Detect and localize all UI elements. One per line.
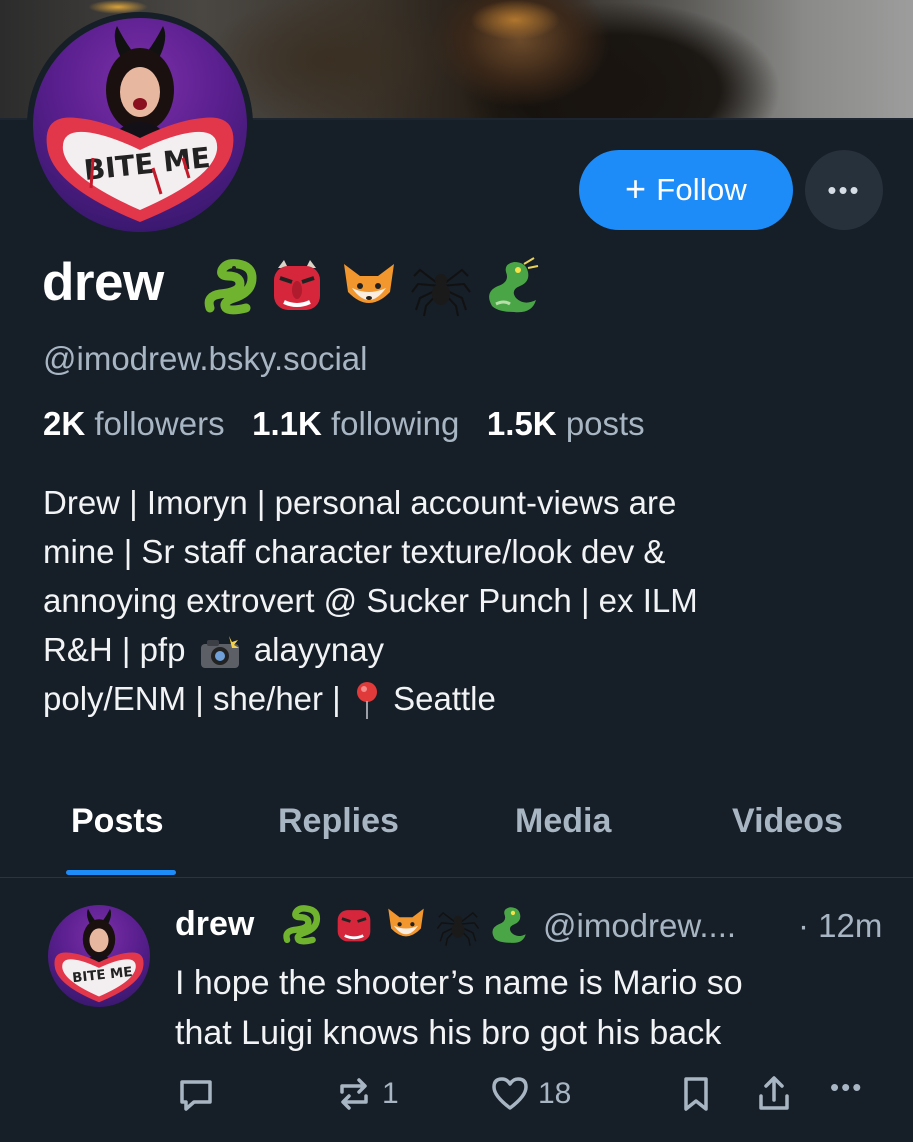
post-author-name[interactable]: drew <box>175 905 254 944</box>
banner-highlight <box>470 0 560 40</box>
followers-link[interactable]: 2K followers <box>43 405 225 442</box>
spider-icon <box>411 268 471 317</box>
follow-button[interactable]: + Follow <box>579 150 793 230</box>
avatar-illustration: BITE ME <box>54 908 144 1003</box>
profile-stats: 2K followers 1.1K following 1.5K posts <box>43 405 645 443</box>
snake-icon <box>283 905 321 945</box>
goblin-mask-icon <box>274 260 320 310</box>
plus-icon: + <box>624 167 647 209</box>
profile-page: BITE ME + Follow ••• drew @imodrew.bsky.… <box>0 0 913 1142</box>
following-count: 1.1K <box>252 405 322 442</box>
post-author-handle[interactable]: @imodrew.... <box>543 907 736 945</box>
profile-handle: @imodrew.bsky.social <box>43 340 368 377</box>
reply-button[interactable] <box>176 1074 216 1114</box>
spider-icon <box>436 911 480 946</box>
display-name: drew <box>42 253 164 312</box>
post-timestamp[interactable]: · 12m <box>798 907 882 945</box>
profile-avatar[interactable]: BITE ME <box>27 12 253 238</box>
tab-replies[interactable]: Replies <box>278 802 399 841</box>
profile-tabs: Posts Replies Media Videos <box>0 790 913 878</box>
bio-text: poly/ENM | she/her | <box>43 680 341 717</box>
posts-count: 1.5K <box>486 405 557 442</box>
more-icon: ••• <box>827 174 861 205</box>
more-icon: ••• <box>830 1072 864 1102</box>
post-author-avatar[interactable]: BITE ME <box>48 905 150 1007</box>
following-label: following <box>330 405 460 442</box>
tabs-divider <box>0 877 913 878</box>
bio-line: mine | Sr staff character texture/look d… <box>43 533 666 570</box>
followers-count: 2K <box>43 405 86 442</box>
post-body[interactable]: I hope the shooter’s name is Mario so th… <box>175 958 895 1058</box>
followers-label: followers <box>94 405 225 442</box>
like-button[interactable]: 18 <box>490 1074 571 1114</box>
bio-text: Seattle <box>393 680 496 717</box>
bio-line: R&H | pfp alayynay <box>43 625 893 674</box>
share-button[interactable] <box>754 1074 794 1114</box>
tab-posts[interactable]: Posts <box>71 802 164 841</box>
profile-bio: Drew | Imoryn | personal account-views a… <box>43 478 893 723</box>
like-count: 18 <box>538 1077 572 1110</box>
pushpin-icon <box>356 682 377 720</box>
post-text-line: I hope the shooter’s name is Mario so <box>175 964 743 1002</box>
share-icon <box>759 1076 789 1110</box>
tab-media[interactable]: Media <box>515 802 611 841</box>
posts-label: posts <box>565 405 645 442</box>
bookmark-button[interactable] <box>676 1074 716 1114</box>
heart-icon <box>492 1077 528 1110</box>
goblin-mask-icon <box>337 910 371 942</box>
repost-count: 1 <box>382 1077 399 1110</box>
avatar-illustration: BITE ME <box>46 26 234 222</box>
posts-stat: 1.5K posts <box>487 405 645 442</box>
dragon-icon <box>492 907 526 943</box>
bio-line: Drew | Imoryn | personal account-views a… <box>43 484 677 521</box>
fox-icon <box>388 908 424 937</box>
repost-button[interactable]: 1 <box>334 1074 399 1114</box>
avatar-image: BITE ME <box>33 18 247 232</box>
camera-flash-icon <box>200 636 239 669</box>
bio-text: R&H | pfp <box>43 631 186 668</box>
post-actions: 1 18 ••• <box>0 1070 913 1120</box>
fox-icon <box>344 264 394 303</box>
following-link[interactable]: 1.1K following <box>252 405 459 442</box>
profile-more-button[interactable]: ••• <box>805 150 883 230</box>
bio-text: alayynay <box>253 631 385 668</box>
dragon-icon <box>489 257 539 313</box>
follow-button-label: Follow <box>656 172 747 207</box>
bio-line: annoying extrovert @ Sucker Punch | ex I… <box>43 582 698 619</box>
snake-icon <box>204 259 257 315</box>
repost-icon <box>340 1078 368 1110</box>
tab-videos[interactable]: Videos <box>732 802 843 841</box>
bio-line: poly/ENM | she/her | Seattle <box>43 674 893 723</box>
active-tab-indicator <box>66 870 176 875</box>
reply-icon <box>180 1080 212 1111</box>
post-text-line: that Luigi knows his bro got his back <box>175 1014 722 1052</box>
post-more-button[interactable]: ••• <box>830 1072 863 1103</box>
bookmark-icon <box>684 1077 708 1111</box>
